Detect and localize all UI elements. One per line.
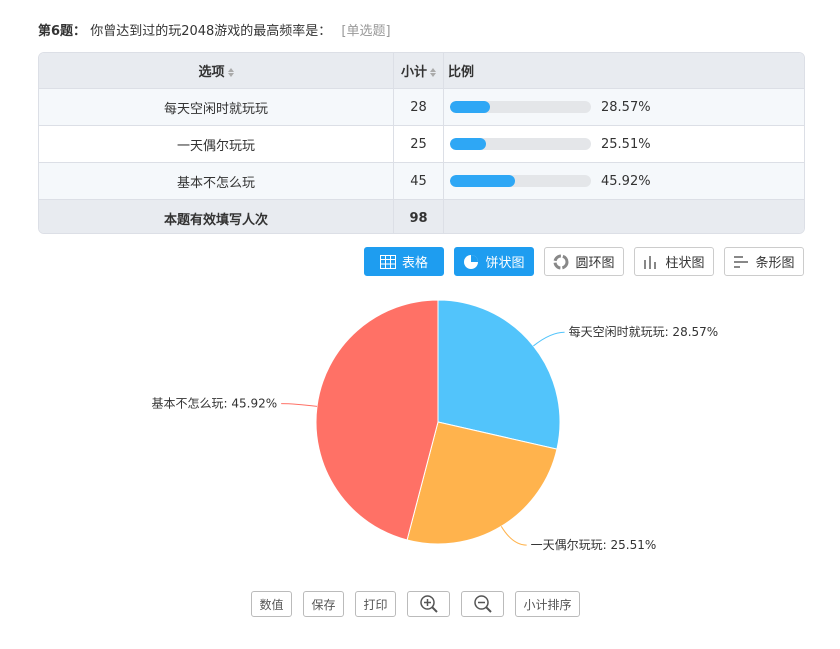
slice-label: 一天偶尔玩玩: 25.51% bbox=[531, 537, 657, 552]
ratio-cell: 28.57% bbox=[443, 88, 804, 126]
question-type: [单选题] bbox=[341, 24, 391, 39]
sort-by-count-button[interactable]: 小计排序 bbox=[515, 591, 580, 617]
progress-bar bbox=[450, 175, 591, 187]
progress-bar bbox=[450, 101, 591, 113]
zoom-out-button[interactable] bbox=[461, 591, 504, 617]
ratio-cell: 45.92% bbox=[443, 162, 804, 200]
table-row: 一天偶尔玩玩 25 25.51% bbox=[39, 125, 804, 163]
progress-fill bbox=[450, 101, 491, 113]
header-ratio: 比例 bbox=[443, 53, 804, 89]
count-cell: 25 bbox=[393, 125, 444, 163]
donut-icon bbox=[553, 254, 569, 269]
donut-view-button[interactable]: 圆环图 bbox=[544, 247, 624, 276]
question-header: 第6题： 你曾达到过的玩2048游戏的最高频率是： [单选题] bbox=[38, 20, 391, 39]
table-view-button[interactable]: 表格 bbox=[364, 247, 444, 276]
option-cell: 基本不怎么玩 bbox=[39, 162, 394, 200]
total-count: 98 bbox=[393, 199, 444, 233]
label-connector bbox=[500, 526, 527, 546]
ratio-cell: 25.51% bbox=[443, 125, 804, 163]
label-connector bbox=[281, 403, 318, 407]
slice-label: 每天空闲时就玩玩: 28.57% bbox=[569, 324, 719, 339]
total-label: 本题有效填写人次 bbox=[39, 199, 394, 233]
label-connector bbox=[533, 331, 565, 347]
sort-icon[interactable] bbox=[430, 67, 436, 78]
zoom-in-button[interactable] bbox=[407, 591, 450, 617]
header-option[interactable]: 选项 bbox=[39, 53, 394, 89]
table-row: 每天空闲时就玩玩 28 28.57% bbox=[39, 88, 804, 126]
question-number: 第6题： bbox=[38, 24, 87, 39]
percent-label: 25.51% bbox=[601, 136, 651, 152]
bar-chart-icon bbox=[734, 255, 749, 268]
total-row: 本题有效填写人次 98 bbox=[39, 199, 804, 233]
column-view-button[interactable]: 柱状图 bbox=[634, 247, 714, 276]
save-button[interactable]: 保存 bbox=[303, 591, 344, 617]
progress-bar bbox=[450, 138, 591, 150]
bar-view-button[interactable]: 条形图 bbox=[724, 247, 804, 276]
pie-view-button[interactable]: 饼状图 bbox=[454, 247, 534, 276]
pie-icon bbox=[464, 254, 479, 269]
column-chart-icon bbox=[644, 255, 657, 269]
option-cell: 每天空闲时就玩玩 bbox=[39, 88, 394, 126]
progress-fill bbox=[450, 138, 486, 150]
results-table: 选项 小计 比例 每天空闲时就玩玩 28 28.57% 一天偶尔玩玩 25 25… bbox=[38, 52, 805, 234]
print-button[interactable]: 打印 bbox=[355, 591, 396, 617]
show-values-button[interactable]: 数值 bbox=[251, 591, 292, 617]
slice-label: 基本不怎么玩: 45.92% bbox=[152, 396, 278, 411]
header-count[interactable]: 小计 bbox=[393, 53, 444, 89]
progress-fill bbox=[450, 175, 515, 187]
sort-icon[interactable] bbox=[227, 67, 234, 78]
zoom-in-icon bbox=[419, 595, 438, 613]
table-row: 基本不怎么玩 45 45.92% bbox=[39, 162, 804, 200]
question-text: 你曾达到过的玩2048游戏的最高频率是： bbox=[90, 24, 332, 39]
percent-label: 45.92% bbox=[601, 173, 651, 189]
count-cell: 28 bbox=[393, 88, 444, 126]
zoom-out-icon bbox=[473, 595, 492, 613]
option-cell: 一天偶尔玩玩 bbox=[39, 125, 394, 163]
count-cell: 45 bbox=[393, 162, 444, 200]
pie-chart: 每天空闲时就玩玩: 28.57% 一天偶尔玩玩: 25.51% 基本不怎么玩: 45… bbox=[152, 299, 719, 552]
table-icon bbox=[379, 254, 396, 269]
percent-label: 28.57% bbox=[601, 99, 651, 115]
